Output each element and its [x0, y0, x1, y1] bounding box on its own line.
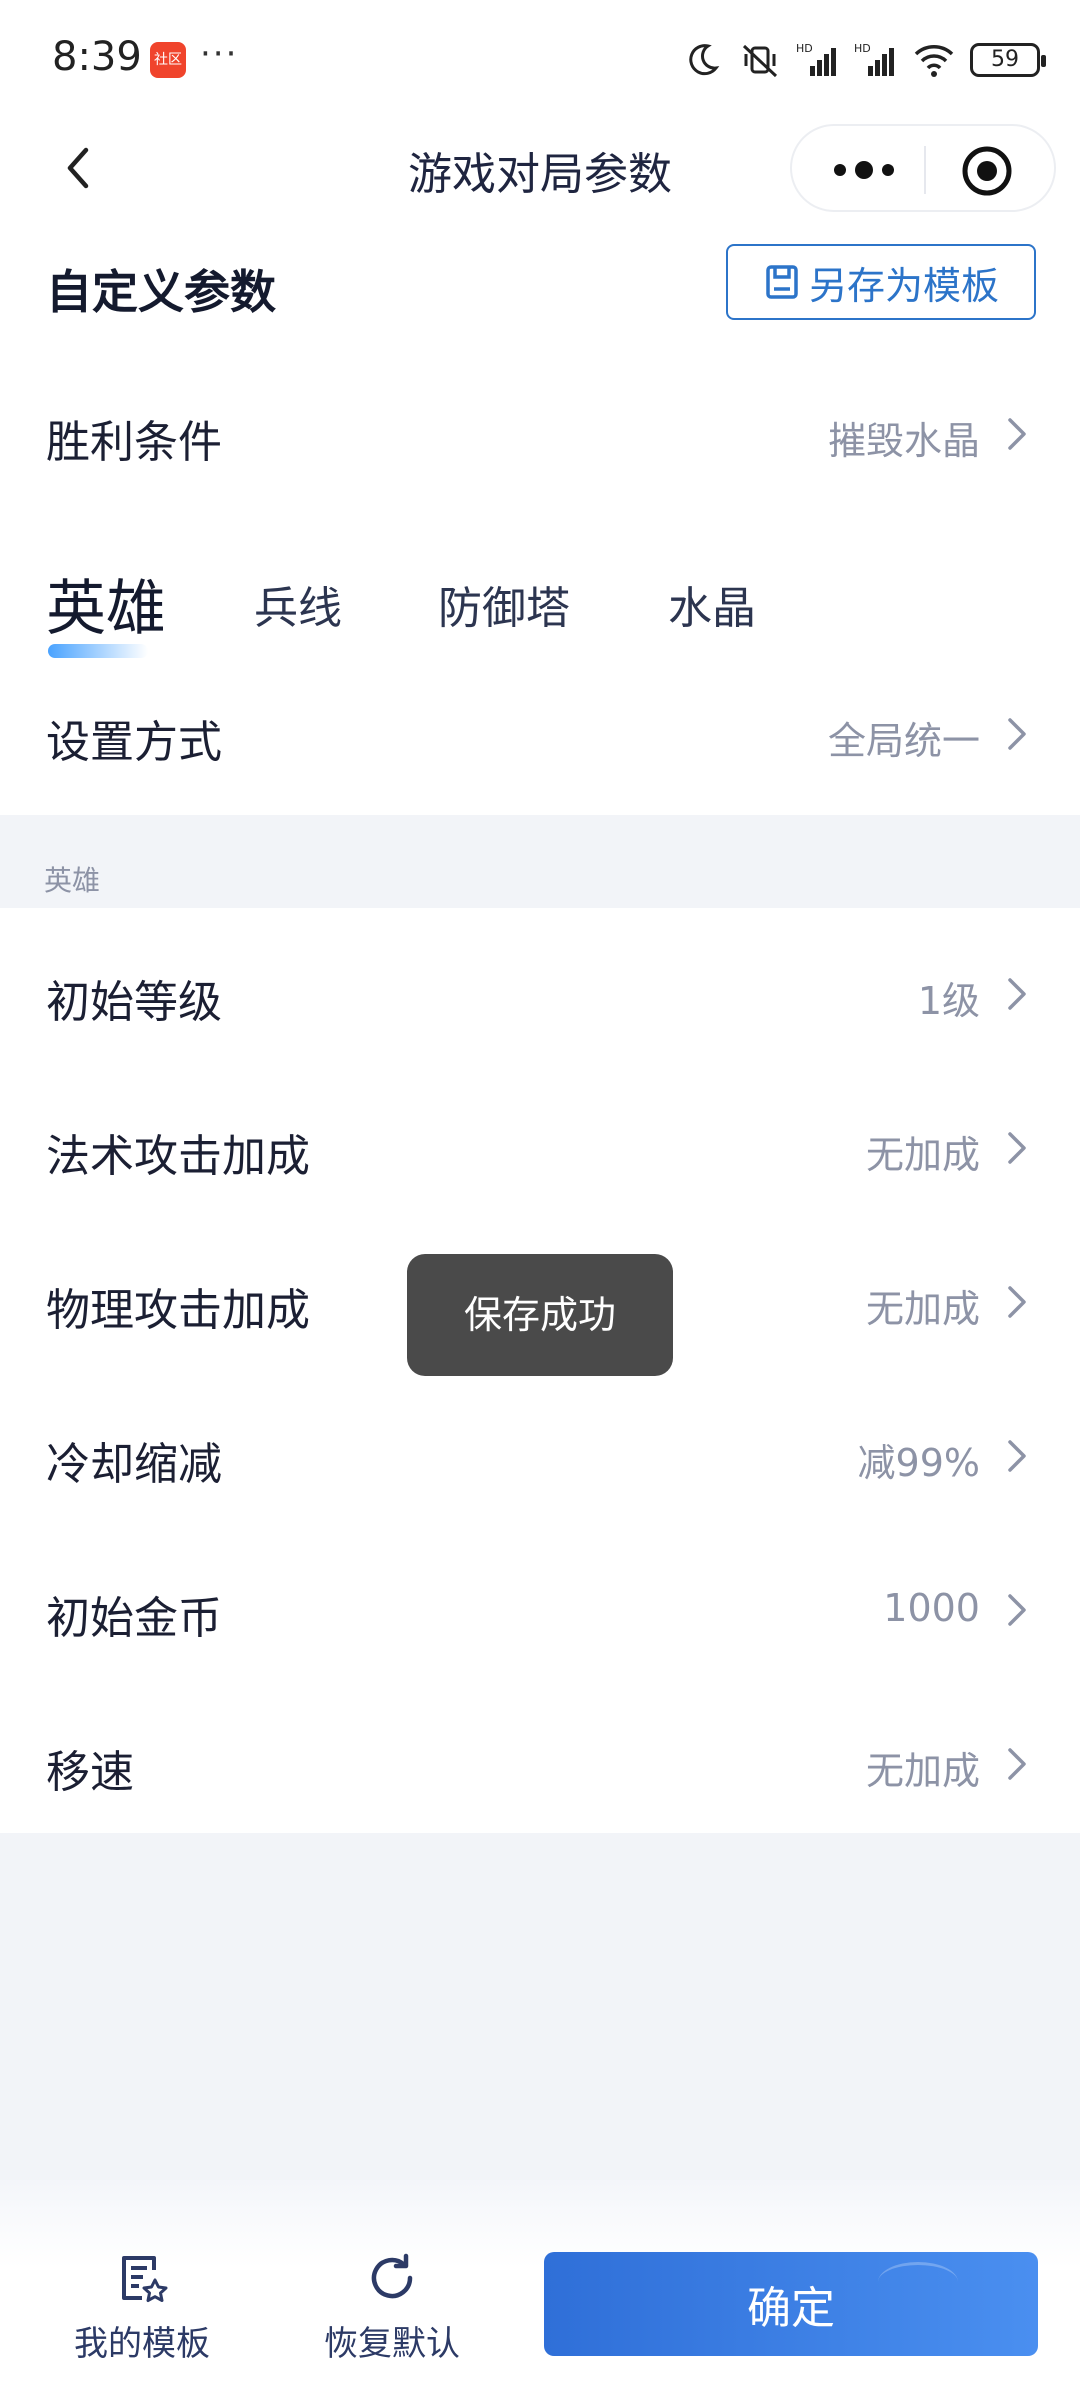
chevron-right-icon — [1008, 1132, 1026, 1164]
status-icons: HD HD 59 — [680, 36, 1046, 84]
my-templates-label: 我的模板 — [74, 2324, 210, 2364]
chevron-right-icon — [1008, 1440, 1026, 1472]
initial-gold-label: 初始金币 — [46, 1593, 222, 1644]
close-miniprogram-icon[interactable] — [960, 144, 1014, 198]
physical-attack-value: 无加成 — [865, 1287, 980, 1331]
tab-hero[interactable]: 英雄 — [46, 560, 166, 647]
custom-params-title: 自定义参数 — [46, 265, 276, 319]
chevron-right-icon — [1008, 718, 1026, 750]
tab-tower[interactable]: 防御塔 — [438, 572, 570, 636]
magic-attack-value: 无加成 — [865, 1133, 980, 1177]
initial-level-label: 初始等级 — [46, 977, 222, 1028]
restore-default-button[interactable]: 恢复默认 — [292, 2250, 492, 2365]
save-template-icon — [766, 265, 798, 299]
page: 8:39 社区 ··· HD HD 59 游戏对局参数 自定义参数 另存为模板 … — [0, 0, 1080, 2400]
confirm-label: 确定 — [747, 2283, 835, 2334]
svg-text:HD: HD — [854, 42, 871, 55]
physical-attack-label: 物理攻击加成 — [46, 1285, 310, 1336]
initial-level-row[interactable]: 初始等级 1级 — [0, 920, 1080, 1070]
moon-icon — [689, 44, 720, 76]
capsule-divider — [924, 146, 926, 194]
save-success-toast: 保存成功 — [407, 1254, 673, 1376]
magic-attack-row[interactable]: 法术攻击加成 无加成 — [0, 1074, 1080, 1224]
chevron-right-icon — [1008, 978, 1026, 1010]
miniprogram-capsule — [790, 124, 1056, 212]
save-as-template-button[interactable]: 另存为模板 — [726, 244, 1036, 320]
svg-text:HD: HD — [796, 42, 813, 55]
save-as-template-label: 另存为模板 — [808, 263, 999, 308]
victory-condition-row[interactable]: 胜利条件 摧毁水晶 — [0, 360, 1080, 510]
chevron-right-icon — [1008, 418, 1026, 450]
cooldown-reduction-row[interactable]: 冷却缩减 减99% — [0, 1382, 1080, 1532]
move-speed-row[interactable]: 移速 无加成 — [0, 1690, 1080, 1840]
setting-mode-row[interactable]: 设置方式 全局统一 — [0, 660, 1080, 810]
magic-attack-label: 法术攻击加成 — [46, 1131, 310, 1182]
cooldown-reduction-value: 减99% — [857, 1441, 980, 1485]
tab-minion[interactable]: 兵线 — [254, 572, 342, 636]
initial-gold-value: 1000 — [883, 1586, 980, 1630]
bottom-action-bar: 我的模板 恢复默认 确定 — [0, 2180, 1080, 2400]
wifi-icon — [914, 45, 954, 77]
status-more-icon: ··· — [200, 34, 239, 74]
chevron-right-icon — [1008, 1286, 1026, 1318]
button-decoration — [878, 2262, 958, 2302]
restore-default-label: 恢复默认 — [324, 2324, 460, 2364]
chevron-right-icon — [1008, 1594, 1026, 1626]
initial-gold-row[interactable]: 初始金币 1000 — [0, 1536, 1080, 1686]
setting-mode-value: 全局统一 — [827, 719, 980, 763]
hero-group-header: 英雄 — [0, 815, 1080, 908]
initial-level-value: 1级 — [917, 979, 980, 1023]
confirm-button[interactable]: 确定 — [544, 2252, 1038, 2356]
active-tab-indicator — [48, 644, 148, 658]
move-speed-value: 无加成 — [865, 1749, 980, 1793]
signal-hd-icon: HD — [796, 42, 836, 76]
chevron-right-icon — [1008, 1748, 1026, 1780]
battery-icon: 59 — [970, 43, 1046, 77]
page-title: 游戏对局参数 — [408, 149, 672, 200]
more-icon[interactable] — [822, 148, 906, 192]
nav-bar: 游戏对局参数 — [0, 120, 1080, 220]
status-time: 8:39 — [52, 34, 142, 80]
my-templates-button[interactable]: 我的模板 — [42, 2250, 242, 2365]
community-app-icon: 社区 — [150, 42, 186, 78]
category-tabs: 英雄 兵线 防御塔 水晶 — [0, 550, 1080, 660]
vibrate-off-icon — [742, 44, 778, 78]
cooldown-reduction-label: 冷却缩减 — [46, 1439, 222, 1490]
refresh-icon — [371, 2253, 413, 2299]
params-header-section: 自定义参数 另存为模板 胜利条件 摧毁水晶 英雄 兵线 防御塔 水晶 设置方式 … — [0, 220, 1080, 815]
template-star-icon — [122, 2256, 168, 2302]
hero-group-title: 英雄 — [44, 864, 101, 897]
status-bar: 8:39 社区 ··· HD HD 59 — [0, 0, 1080, 120]
signal-hd-icon-2: HD — [854, 42, 894, 76]
victory-condition-label: 胜利条件 — [46, 417, 222, 468]
victory-condition-value: 摧毁水晶 — [827, 419, 980, 463]
setting-mode-label: 设置方式 — [46, 717, 222, 768]
tab-crystal[interactable]: 水晶 — [668, 572, 756, 636]
back-icon[interactable] — [50, 138, 110, 198]
move-speed-label: 移速 — [46, 1747, 134, 1798]
